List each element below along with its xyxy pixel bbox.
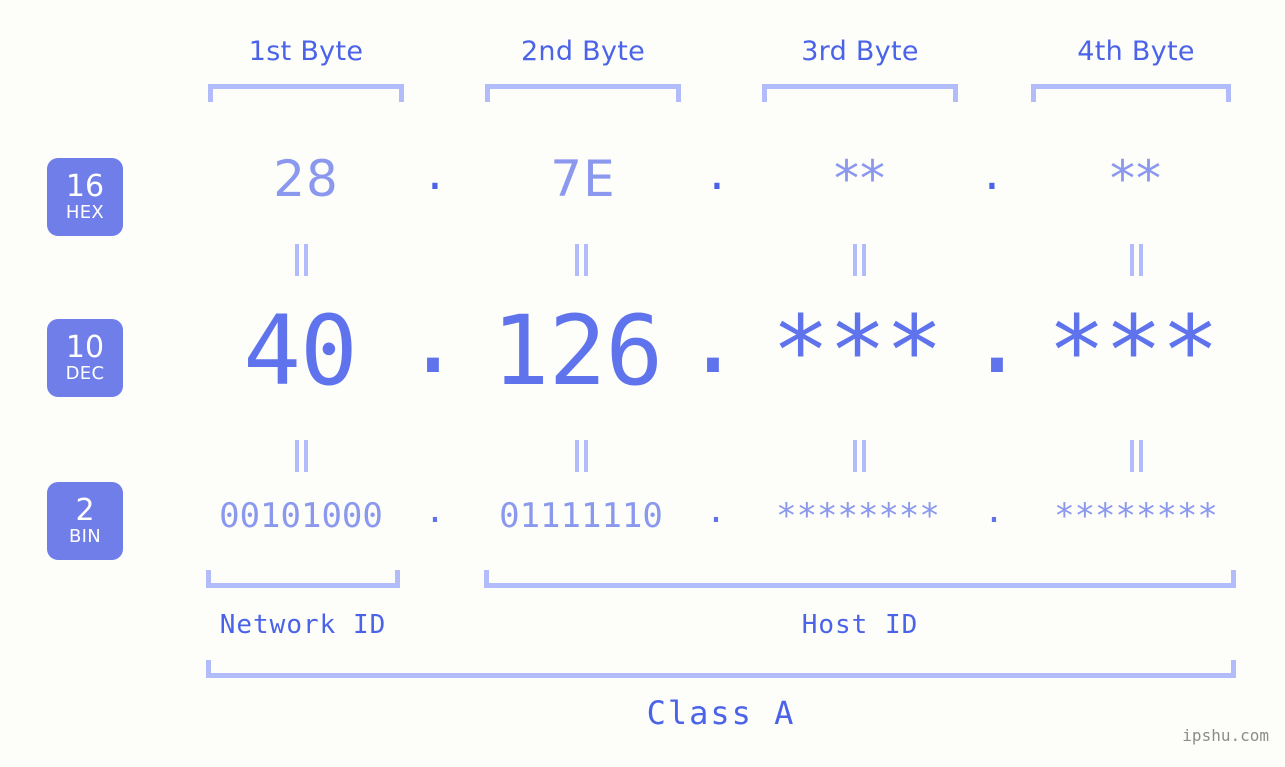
hex-separator-1: . [427,143,443,201]
byte-bracket-top-3 [762,84,958,102]
byte-header-label-2: 2nd Byte [520,36,646,67]
network-id-label: Network ID [219,610,387,640]
bin-separator-2: . [705,491,727,531]
class-label: Class A [646,694,796,732]
dec-separator-1: . [404,283,462,395]
equals-connector-hex-dec-4 [1126,244,1146,276]
ip-byte-diagram: 1st Byte 2nd Byte 3rd Byte 4th Byte 16 H… [0,0,1285,767]
radix-badge-hex-name: HEX [65,202,105,223]
bin-separator-3: . [983,491,1005,531]
bin-byte-value-4: ******** [1054,496,1218,536]
byte-header-label-3: 3rd Byte [801,36,919,67]
host-id-bracket [484,570,1236,588]
hex-byte-value-4: ** [1110,150,1162,208]
dec-separator-3: . [968,283,1026,395]
byte-bracket-top-1 [208,84,404,102]
radix-badge-dec: 10 DEC [47,319,123,397]
byte-bracket-top-4 [1031,84,1231,102]
equals-connector-dec-bin-1 [291,440,311,472]
radix-badge-hex-number: 16 [65,169,105,204]
bin-separator-1: . [424,491,446,531]
hex-byte-value-1: 28 [273,150,339,208]
hex-byte-value-3: ** [834,150,886,208]
bin-byte-value-1: 00101000 [219,496,383,536]
equals-connector-hex-dec-3 [849,244,869,276]
class-bracket [206,660,1236,678]
radix-badge-dec-name: DEC [65,363,105,384]
bin-byte-value-3: ******** [776,496,940,536]
radix-badge-hex: 16 HEX [47,158,123,236]
dec-byte-value-1: 40 [243,295,358,407]
network-id-bracket [206,570,400,588]
radix-badge-bin-number: 2 [75,493,95,528]
byte-header-label-1: 1st Byte [248,36,364,67]
bin-byte-value-2: 01111110 [499,496,663,536]
byte-bracket-top-2 [485,84,681,102]
host-id-label: Host ID [801,610,919,640]
byte-header-label-4: 4th Byte [1077,36,1195,67]
dec-byte-value-3: *** [771,295,943,407]
dec-byte-value-4: *** [1047,295,1219,407]
radix-badge-bin-name: BIN [68,526,102,547]
site-watermark: ipshu.com [1182,726,1269,745]
equals-connector-dec-bin-2 [571,440,591,472]
radix-badge-bin: 2 BIN [47,482,123,560]
dec-separator-2: . [684,283,742,395]
equals-connector-dec-bin-4 [1126,440,1146,472]
dec-byte-value-2: 126 [491,295,663,407]
hex-byte-value-2: 7E [550,150,616,208]
equals-connector-hex-dec-1 [291,244,311,276]
hex-separator-3: . [984,143,1000,201]
hex-separator-2: . [709,143,725,201]
equals-connector-hex-dec-2 [571,244,591,276]
radix-badge-dec-number: 10 [65,330,105,365]
equals-connector-dec-bin-3 [849,440,869,472]
